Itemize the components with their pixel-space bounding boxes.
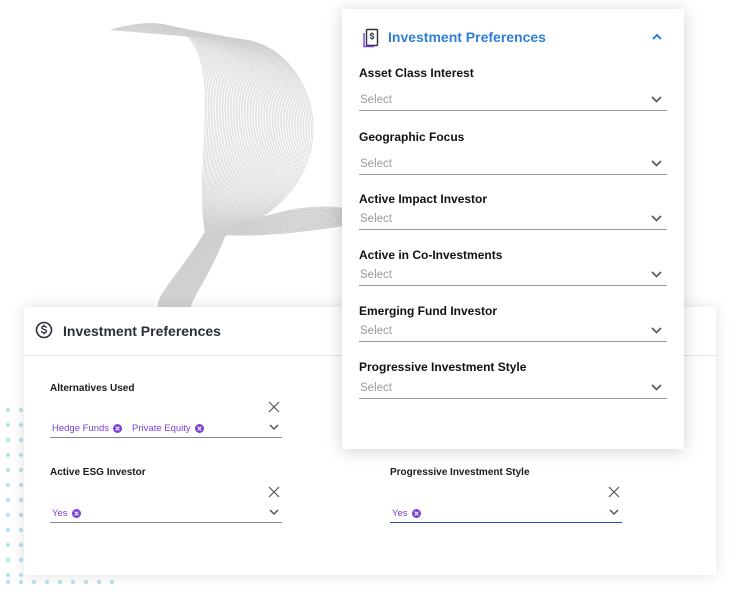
active-in-co-investments-select[interactable]: Select <box>359 265 667 286</box>
chip-remove-icon[interactable] <box>411 509 421 518</box>
chip-remove-icon[interactable] <box>113 424 123 433</box>
active-esg-investor-label: Active ESG Investor <box>50 467 146 478</box>
asset-class-interest-label: Asset Class Interest <box>359 66 474 80</box>
clear-icon[interactable] <box>268 401 280 413</box>
active-esg-investor-select[interactable]: Yes <box>50 486 282 523</box>
investment-preferences-panel-front: Investment Preferences Asset Class Inter… <box>342 9 684 449</box>
chevron-down-icon[interactable] <box>269 509 279 516</box>
emerging-fund-investor-select[interactable]: Select <box>359 321 667 342</box>
chevron-down-icon <box>651 384 662 391</box>
chevron-down-icon[interactable] <box>269 424 279 431</box>
select-placeholder: Select <box>360 269 392 281</box>
chevron-down-icon <box>651 215 662 222</box>
chip-label: Hedge Funds <box>52 423 110 434</box>
progressive-investment-style-label: Progressive Investment Style <box>359 360 527 374</box>
emerging-fund-investor-label: Emerging Fund Investor <box>359 304 498 318</box>
geographic-focus-label: Geographic Focus <box>359 130 465 144</box>
chip-hedge-funds: Hedge Funds <box>52 423 123 434</box>
panel-title: Investment Preferences <box>63 323 221 339</box>
chip-label: Yes <box>392 508 408 519</box>
active-in-co-investments-label: Active in Co-Investments <box>359 248 503 262</box>
clear-icon[interactable] <box>608 486 620 498</box>
chevron-down-icon <box>651 271 662 278</box>
chevron-down-icon <box>651 160 662 167</box>
chevron-up-icon[interactable] <box>650 32 664 42</box>
active-impact-investor-label: Active Impact Investor <box>359 192 488 206</box>
chevron-down-icon <box>651 96 662 103</box>
chevron-down-icon <box>651 327 662 334</box>
chip-yes: Yes <box>392 508 421 519</box>
clear-icon[interactable] <box>268 486 280 498</box>
panel-title: Investment Preferences <box>388 29 546 45</box>
progressive-investment-style-select[interactable]: Select <box>359 378 667 399</box>
select-placeholder: Select <box>360 382 392 394</box>
active-impact-investor-select[interactable]: Select <box>359 209 667 230</box>
chip-remove-icon[interactable] <box>71 509 81 518</box>
chip-label: Private Equity <box>132 423 191 434</box>
chip-private-equity: Private Equity <box>132 423 204 434</box>
progressive-investment-style-label: Progressive Investment Style <box>390 467 530 478</box>
document-dollar-icon <box>363 28 379 48</box>
select-placeholder: Select <box>360 213 392 225</box>
asset-class-interest-select[interactable]: Select <box>359 90 667 111</box>
progressive-investment-style-select[interactable]: Yes <box>390 486 622 523</box>
alternatives-used-label: Alternatives Used <box>50 383 135 394</box>
chip-label: Yes <box>52 508 68 519</box>
chevron-down-icon[interactable] <box>609 509 619 516</box>
geographic-focus-select[interactable]: Select <box>359 154 667 175</box>
select-placeholder: Select <box>360 325 392 337</box>
select-placeholder: Select <box>360 158 392 170</box>
chip-yes: Yes <box>52 508 81 519</box>
alternatives-used-select[interactable]: Hedge Funds Private Equity <box>50 401 282 438</box>
chip-remove-icon[interactable] <box>194 424 204 433</box>
dollar-circle-icon <box>35 321 53 339</box>
select-placeholder: Select <box>360 94 392 106</box>
